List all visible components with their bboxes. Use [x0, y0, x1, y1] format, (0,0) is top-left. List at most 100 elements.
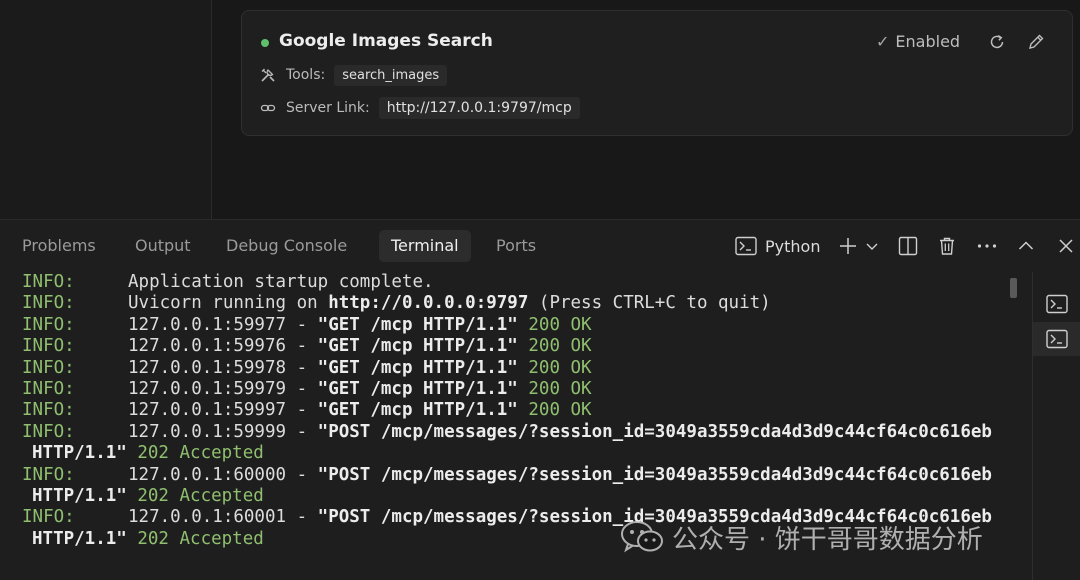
log-text: 127.0.0.1:59976 -	[128, 336, 318, 357]
watermark: 公众号 · 饼干哥哥数据分析	[620, 519, 983, 555]
log-text: Uvicorn running on	[128, 293, 329, 314]
terminal-line: INFO: 127.0.0.1:59978 - "GET /mcp HTTP/1.…	[22, 358, 1012, 379]
terminal-line: INFO: 127.0.0.1:60000 - "POST /mcp/messag…	[22, 465, 1012, 486]
log-level: INFO:	[22, 507, 75, 528]
terminal-line-continuation: HTTP/1.1" 202 Accepted	[22, 443, 1012, 464]
terminal-instance-1[interactable]	[1033, 287, 1080, 321]
tab-debug-console[interactable]: Debug Console	[214, 230, 359, 262]
refresh-icon	[990, 34, 1004, 49]
request-text: "GET /mcp HTTP/1.1"	[317, 357, 518, 378]
log-level: INFO:	[22, 293, 75, 314]
log-text: Application startup complete.	[128, 272, 434, 292]
terminal-line: INFO: 127.0.0.1:59999 - "POST /mcp/messag…	[22, 422, 1012, 443]
wechat-icon	[620, 520, 664, 554]
log-text: 127.0.0.1:59979 -	[128, 378, 318, 399]
request-text: HTTP/1.1"	[32, 443, 127, 464]
log-level: INFO:	[22, 378, 75, 399]
enabled-label: Enabled	[895, 32, 961, 51]
request-text: http://0.0.0.0:9797	[328, 293, 529, 314]
tab-problems[interactable]: Problems	[10, 230, 108, 262]
pencil-icon	[1029, 34, 1044, 49]
tool-chip: search_images	[334, 64, 448, 86]
log-text: 127.0.0.1:60000 -	[128, 464, 318, 485]
request-text: "GET /mcp HTTP/1.1"	[317, 336, 518, 357]
mcp-server-card: Google Images Search ✓ Enabled Tools: se…	[241, 10, 1073, 136]
split-icon	[898, 236, 918, 256]
http-status: 202 Accepted	[126, 528, 264, 549]
chevron-up-icon	[1018, 241, 1034, 250]
new-terminal-button[interactable]	[838, 232, 858, 260]
terminal-line: INFO: Uvicorn running on http://0.0.0.0:9…	[22, 293, 1012, 314]
tab-ports[interactable]: Ports	[484, 230, 548, 262]
log-level: INFO:	[22, 464, 75, 485]
terminal-instance-2[interactable]	[1033, 322, 1080, 356]
add-icon	[840, 238, 856, 254]
status-dot	[261, 39, 269, 47]
terminal-line: INFO: Application startup complete.	[22, 272, 1012, 293]
terminal-scrollbar[interactable]	[1010, 278, 1017, 298]
log-text: (Press CTRL+C to quit)	[528, 293, 771, 314]
close-icon	[1059, 239, 1073, 253]
panel-tabbar: Problems Output Debug Console Terminal P…	[0, 220, 1080, 272]
log-text: 127.0.0.1:59997 -	[128, 400, 318, 421]
terminal-line: INFO: 127.0.0.1:59997 - "GET /mcp HTTP/1.…	[22, 400, 1012, 421]
http-status: 202 Accepted	[126, 485, 264, 506]
terminal-icon	[1046, 329, 1068, 349]
request-text: "GET /mcp HTTP/1.1"	[317, 400, 518, 421]
more-actions-button[interactable]	[976, 232, 998, 260]
trash-icon	[940, 237, 954, 255]
http-status: 200 OK	[517, 336, 592, 357]
http-status: 200 OK	[517, 400, 592, 421]
terminal-line: INFO: 127.0.0.1:59979 - "GET /mcp HTTP/1.…	[22, 379, 1012, 400]
http-status: 202 Accepted	[126, 443, 264, 464]
log-level: INFO:	[22, 314, 75, 335]
request-text: "POST /mcp/messages/?session_id=3049a355…	[317, 421, 992, 442]
log-level: INFO:	[22, 400, 75, 421]
kill-terminal-button[interactable]	[937, 232, 957, 260]
terminal-icon	[1046, 294, 1068, 314]
log-text: 127.0.0.1:59999 -	[128, 421, 318, 442]
http-status: 200 OK	[517, 378, 592, 399]
http-status: 200 OK	[517, 357, 592, 378]
refresh-button[interactable]	[986, 31, 1008, 53]
close-panel-button[interactable]	[1057, 232, 1075, 260]
tools-row: Tools: search_images	[260, 63, 448, 87]
terminal-icon	[735, 232, 757, 260]
server-link-row: Server Link: http://127.0.0.1:9797/mcp	[260, 96, 580, 120]
request-text: "POST /mcp/messages/?session_id=3049a355…	[317, 464, 992, 485]
terminal-line: INFO: 127.0.0.1:59977 - "GET /mcp HTTP/1.…	[22, 315, 1012, 336]
check-icon: ✓	[876, 32, 890, 51]
terminal-instance-list	[1032, 272, 1080, 580]
link-icon	[260, 100, 276, 116]
tools-label: Tools:	[286, 67, 326, 83]
http-status: 200 OK	[517, 314, 592, 335]
server-title: Google Images Search	[279, 31, 493, 51]
side-panel	[0, 0, 212, 219]
chevron-down-icon	[866, 243, 878, 250]
edit-button[interactable]	[1025, 31, 1047, 53]
server-link-label: Server Link:	[286, 100, 370, 116]
log-level: INFO:	[22, 357, 75, 378]
server-link-value[interactable]: http://127.0.0.1:9797/mcp	[378, 97, 580, 119]
terminal-line: INFO: 127.0.0.1:59976 - "GET /mcp HTTP/1.…	[22, 336, 1012, 357]
request-text: "GET /mcp HTTP/1.1"	[317, 378, 518, 399]
terminal-line-continuation: HTTP/1.1" 202 Accepted	[22, 486, 1012, 507]
log-text: 127.0.0.1:60001 -	[128, 507, 318, 528]
tab-terminal[interactable]: Terminal	[379, 230, 471, 262]
terminal-profile-label: Python	[765, 236, 821, 256]
terminal-profile-button[interactable]: Python	[735, 232, 820, 260]
ellipsis-icon	[977, 244, 997, 248]
tab-output[interactable]: Output	[123, 230, 203, 262]
log-level: INFO:	[22, 421, 75, 442]
request-text: "GET /mcp HTTP/1.1"	[317, 314, 518, 335]
log-level: INFO:	[22, 336, 75, 357]
terminal-profiles-dropdown[interactable]	[865, 232, 879, 260]
request-text: HTTP/1.1"	[32, 485, 127, 506]
split-terminal-button[interactable]	[898, 232, 918, 260]
enabled-status[interactable]: ✓ Enabled	[876, 32, 960, 51]
editor-area: Google Images Search ✓ Enabled Tools: se…	[0, 0, 1080, 219]
maximize-panel-button[interactable]	[1017, 232, 1035, 260]
watermark-text: 公众号 · 饼干哥哥数据分析	[672, 524, 983, 555]
log-level: INFO:	[22, 272, 75, 292]
log-text: 127.0.0.1:59977 -	[128, 314, 318, 335]
